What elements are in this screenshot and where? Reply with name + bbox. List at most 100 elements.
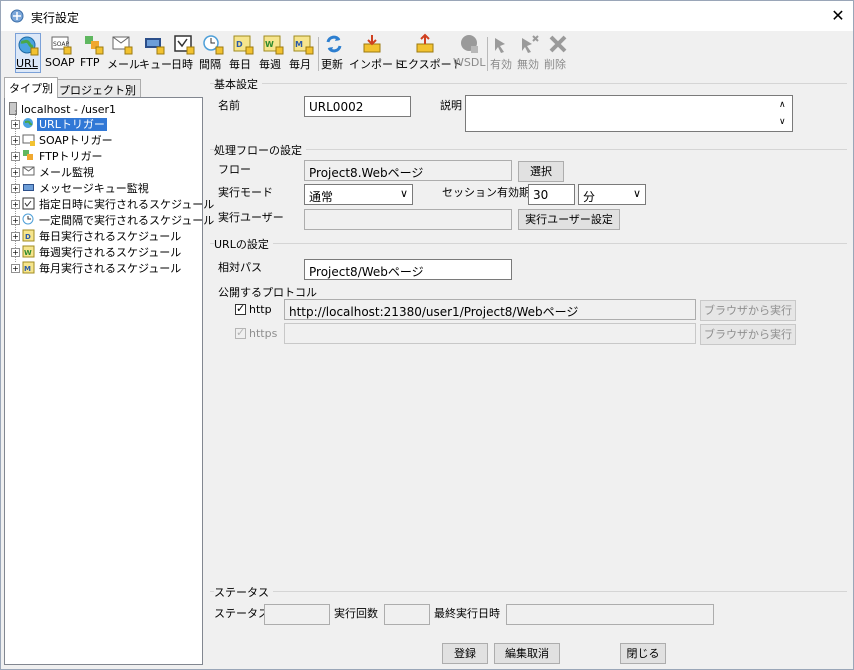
- scroll-down-icon[interactable]: ∨: [779, 117, 786, 127]
- expand-icon[interactable]: +: [11, 248, 20, 257]
- http-url-field: http://localhost:21380/user1/Project8/We…: [284, 299, 696, 320]
- https-browser-run-button[interactable]: ブラウザから実行: [700, 324, 796, 345]
- relative-path-input[interactable]: Project8/Webページ: [304, 259, 512, 280]
- toolbar-export-button[interactable]: エクスポート: [397, 33, 463, 73]
- http-checkbox[interactable]: ✓: [235, 302, 246, 315]
- close-button[interactable]: 閉じる: [620, 643, 666, 664]
- register-button[interactable]: 登録: [442, 643, 488, 664]
- tree-item-daily-schedule[interactable]: + D 毎日実行されるスケジュール: [11, 228, 183, 243]
- monthly-icon: M: [22, 261, 35, 274]
- scroll-up-icon[interactable]: ∧: [779, 100, 786, 110]
- exec-mode-select[interactable]: 通常 ∨: [304, 184, 413, 205]
- daily-icon: D: [233, 35, 254, 55]
- close-window-button[interactable]: ✕: [823, 1, 853, 31]
- exec-count-field: [384, 604, 430, 625]
- svg-text:W: W: [24, 249, 32, 257]
- svg-text:M: M: [295, 40, 303, 49]
- tree-item-weekly-schedule[interactable]: + W 毎週実行されるスケジュール: [11, 244, 183, 259]
- toolbar-interval-button[interactable]: 間隔: [199, 33, 227, 73]
- select-flow-button[interactable]: 選択: [518, 161, 564, 182]
- tree-item-interval-schedule[interactable]: + 一定間隔で実行されるスケジュール: [11, 212, 216, 227]
- https-checkbox[interactable]: ✓: [235, 326, 246, 339]
- interval-icon: [22, 213, 34, 225]
- toolbar-weekly-button[interactable]: W 毎週: [259, 33, 287, 73]
- right-pane: 基本設定 名前 URL0002 説明 ∧ ∨ 処理フローの設定 フロー Proj…: [206, 76, 851, 667]
- flow-settings-title: 処理フローの設定: [214, 142, 306, 158]
- enable-icon: [495, 38, 505, 53]
- refresh-icon: [326, 35, 342, 53]
- url-globe-icon: [23, 118, 33, 128]
- tree-item-datetime-schedule[interactable]: + 指定日時に実行されるスケジュール: [11, 196, 216, 211]
- tree-item-monthly-schedule[interactable]: + M 毎月実行されるスケジュール: [11, 260, 183, 275]
- app-icon: [10, 9, 24, 23]
- tree-item-url-trigger[interactable]: + URLトリガー: [11, 116, 107, 131]
- ftp-icon: [23, 150, 33, 160]
- mail-icon: [22, 166, 35, 176]
- toolbar-import-button[interactable]: インポート: [349, 33, 404, 73]
- toolbar-soap-button[interactable]: SOAP SOAP: [45, 33, 77, 73]
- toolbar-enable-button[interactable]: 有効: [490, 33, 516, 73]
- toolbar-monthly-button[interactable]: M 毎月: [289, 33, 317, 73]
- session-period-label: セッション有効期間: [442, 186, 541, 199]
- exec-mode-label: 実行モード: [218, 186, 273, 199]
- description-scrollbar[interactable]: ∧ ∨: [775, 96, 792, 131]
- toolbar-disable-button[interactable]: 無効: [517, 33, 543, 73]
- toolbar-mail-button[interactable]: メール: [107, 33, 140, 73]
- delete-icon: [549, 35, 567, 53]
- exec-user-field: [304, 209, 512, 230]
- basic-settings-title: 基本設定: [214, 76, 262, 92]
- exec-user-label: 実行ユーザー: [218, 211, 284, 224]
- expand-icon[interactable]: +: [11, 120, 20, 129]
- tree-item-mail-monitor[interactable]: + メール監視: [11, 164, 96, 179]
- tree-item-queue-monitor[interactable]: + メッセージキュー監視: [11, 180, 151, 195]
- soap-icon: [22, 134, 35, 146]
- expand-icon[interactable]: +: [11, 264, 20, 273]
- url-settings-group: URLの設定 相対パス Project8/Webページ 公開するプロトコル ✓ …: [210, 236, 847, 347]
- exec-user-settings-button[interactable]: 実行ユーザー設定: [518, 209, 620, 230]
- session-unit-select[interactable]: 分 ∨: [578, 184, 646, 205]
- toolbar-ftp-button[interactable]: FTP: [80, 33, 106, 73]
- ftp-icon: [85, 36, 104, 55]
- tree-item-soap-trigger[interactable]: + SOAPトリガー: [11, 132, 115, 147]
- tree-item-ftp-trigger[interactable]: + FTPトリガー: [11, 148, 105, 163]
- expand-icon[interactable]: +: [11, 152, 20, 161]
- flow-field: Project8.Webページ: [304, 160, 512, 181]
- expand-icon[interactable]: +: [11, 168, 20, 177]
- tree-root-server[interactable]: localhost - /user1: [9, 102, 116, 116]
- toolbar-queue-button[interactable]: キュー: [139, 33, 172, 73]
- status-field: [264, 604, 330, 625]
- mail-icon: [112, 36, 133, 55]
- session-period-input[interactable]: 30: [528, 184, 575, 205]
- toolbar-separator: [487, 37, 488, 71]
- tab-by-type[interactable]: タイプ別: [4, 77, 58, 98]
- status-title: ステータス: [214, 584, 273, 600]
- expand-icon[interactable]: +: [11, 232, 20, 241]
- expand-icon[interactable]: +: [11, 136, 20, 145]
- daily-icon: D: [22, 229, 35, 242]
- description-textarea[interactable]: ∧ ∨: [465, 95, 793, 132]
- exec-count-label: 実行回数: [334, 607, 378, 620]
- cancel-edit-button[interactable]: 編集取消: [494, 643, 560, 664]
- trigger-tree: localhost - /user1 + URLトリガー + SOAPトリガー + F…: [4, 97, 214, 665]
- expand-icon[interactable]: +: [11, 216, 20, 225]
- tab-by-project[interactable]: プロジェクト別: [54, 79, 141, 97]
- toolbar: URL SOAP SOAP FTP メール キュー 日時 間隔 D 毎日 W 毎…: [1, 31, 853, 75]
- toolbar-daily-button[interactable]: D 毎日: [229, 33, 257, 73]
- toolbar-wsdl-button[interactable]: WSDL: [453, 33, 485, 73]
- name-input[interactable]: URL0002: [304, 96, 411, 117]
- weekly-icon: W: [263, 35, 284, 55]
- last-exec-field: [506, 604, 714, 625]
- toolbar-url-button[interactable]: URL: [15, 33, 41, 73]
- http-browser-run-button[interactable]: ブラウザから実行: [700, 300, 796, 321]
- check-icon: ✓: [236, 326, 246, 339]
- wsdl-icon: [461, 35, 478, 53]
- expand-icon[interactable]: +: [11, 184, 20, 193]
- toolbar-datetime-button[interactable]: 日時: [171, 33, 197, 73]
- svg-text:D: D: [236, 40, 243, 49]
- toolbar-delete-button[interactable]: 削除: [544, 33, 572, 73]
- disable-icon: [522, 35, 539, 53]
- protocol-label: 公開するプロトコル: [218, 286, 317, 299]
- url-globe-icon: [18, 36, 39, 56]
- expand-icon[interactable]: +: [11, 200, 20, 209]
- toolbar-refresh-button[interactable]: 更新: [321, 33, 347, 73]
